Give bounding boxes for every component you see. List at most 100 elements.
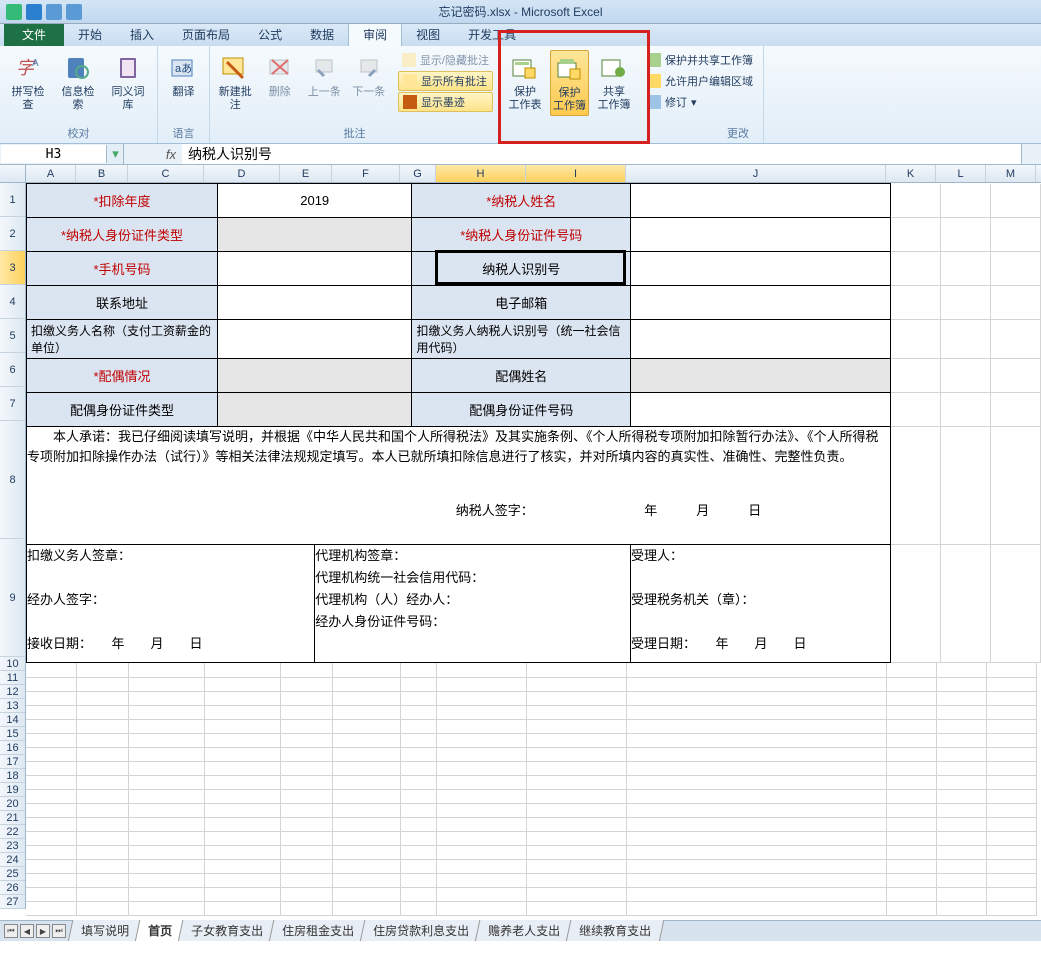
fx-icon[interactable]: fx	[166, 147, 176, 162]
col-F[interactable]: F	[332, 165, 400, 182]
cell-value[interactable]	[631, 393, 891, 427]
cell-value[interactable]	[631, 359, 891, 393]
cell-value[interactable]	[217, 218, 412, 252]
row-14[interactable]: 14	[0, 713, 25, 727]
col-J[interactable]: J	[626, 165, 886, 182]
spellcheck-button[interactable]: 字A 拼写检查	[6, 50, 50, 114]
sheet-first-button[interactable]: ⏮	[4, 924, 18, 938]
research-button[interactable]: 信息检索	[56, 50, 100, 114]
cell-label[interactable]: 配偶身份证件号码	[412, 393, 631, 427]
col-A[interactable]: A	[26, 165, 76, 182]
show-hide-comment-button[interactable]: 显示/隐藏批注	[398, 50, 493, 70]
row-19[interactable]: 19	[0, 783, 25, 797]
cell-value[interactable]	[631, 184, 891, 218]
cell-value[interactable]	[217, 252, 412, 286]
col-D[interactable]: D	[204, 165, 280, 182]
declaration-cell[interactable]: 本人承诺：我已仔细阅读填写说明，并根据《中华人民共和国个人所得税法》及其实施条例…	[27, 427, 891, 545]
redo-icon[interactable]	[66, 4, 82, 20]
row-13[interactable]: 13	[0, 699, 25, 713]
row-22[interactable]: 22	[0, 825, 25, 839]
share-workbook-button[interactable]: 共享 工作簿	[595, 50, 633, 114]
col-H[interactable]: H	[436, 165, 526, 182]
cell-label[interactable]: 扣缴义务人名称（支付工资薪金的单位）	[27, 320, 218, 359]
col-I[interactable]: I	[526, 165, 626, 182]
tab-formulas[interactable]: 公式	[244, 23, 296, 46]
cell-value[interactable]	[217, 320, 412, 359]
sheet-prev-button[interactable]: ◀	[20, 924, 34, 938]
next-comment-button[interactable]: 下一条	[349, 50, 387, 101]
row-23[interactable]: 23	[0, 839, 25, 853]
formula-bar[interactable]: 纳税人识别号	[182, 144, 1021, 164]
translate-button[interactable]: aあ 翻译	[164, 50, 203, 101]
cell-label[interactable]: 电子邮箱	[412, 286, 631, 320]
row-1[interactable]: 1	[0, 183, 25, 217]
cell-label[interactable]: 联系地址	[27, 286, 218, 320]
thesaurus-button[interactable]: 同义词库	[106, 50, 150, 114]
row-18[interactable]: 18	[0, 769, 25, 783]
cell-label[interactable]: *手机号码	[27, 252, 218, 286]
cell-label[interactable]: *配偶情况	[27, 359, 218, 393]
row-25[interactable]: 25	[0, 867, 25, 881]
signature-cell-2[interactable]: 代理机构签章： 代理机构统一社会信用代码： 代理机构（人）经办人： 经办人身份证…	[315, 545, 631, 663]
namebox-dropdown[interactable]: ▾	[108, 144, 124, 164]
row-20[interactable]: 20	[0, 797, 25, 811]
sheet-tab[interactable]: 子女教育支出	[178, 920, 277, 941]
cell-value[interactable]	[217, 286, 412, 320]
row-21[interactable]: 21	[0, 811, 25, 825]
formula-expand-button[interactable]	[1021, 144, 1041, 164]
cell-value[interactable]	[217, 393, 412, 427]
row-3[interactable]: 3	[0, 251, 25, 285]
signature-cell-3[interactable]: 受理人： 受理税务机关（章）： 受理日期： 年 月 日	[631, 545, 891, 663]
cell-label[interactable]: *扣除年度	[27, 184, 218, 218]
row-27[interactable]: 27	[0, 895, 25, 909]
tab-file[interactable]: 文件	[4, 23, 64, 46]
spreadsheet-grid[interactable]: A B C D E F G H I J K L M 12345678910111…	[0, 165, 1041, 941]
cells-area[interactable]: *扣除年度 2019 *纳税人姓名 *纳税人身份证件类型 *纳税人身份证件号码 …	[26, 183, 1041, 916]
col-K[interactable]: K	[886, 165, 936, 182]
row-7[interactable]: 7	[0, 387, 25, 421]
tab-data[interactable]: 数据	[296, 23, 348, 46]
tab-pagelayout[interactable]: 页面布局	[168, 23, 244, 46]
sheet-tab[interactable]: 赡养老人支出	[475, 920, 574, 941]
cell-value[interactable]	[631, 252, 891, 286]
cell-value[interactable]	[217, 359, 412, 393]
row-6[interactable]: 6	[0, 353, 25, 387]
sheet-tab[interactable]: 住房贷款利息支出	[360, 920, 483, 941]
select-all-corner[interactable]	[0, 165, 26, 182]
cell-value[interactable]: 2019	[217, 184, 412, 218]
col-E[interactable]: E	[280, 165, 332, 182]
new-comment-button[interactable]: 新建批注	[216, 50, 254, 114]
row-2[interactable]: 2	[0, 217, 25, 251]
row-9[interactable]: 9	[0, 539, 25, 657]
row-5[interactable]: 5	[0, 319, 25, 353]
sheet-tab[interactable]: 住房租金支出	[269, 920, 368, 941]
protect-share-button[interactable]: 保护并共享工作簿	[643, 50, 757, 70]
cell-label[interactable]: *纳税人身份证件类型	[27, 218, 218, 252]
show-all-comments-button[interactable]: 显示所有批注	[398, 71, 493, 91]
tab-developer[interactable]: 开发工具	[454, 23, 530, 46]
name-box[interactable]: H3	[1, 145, 107, 163]
tab-review[interactable]: 审阅	[348, 22, 402, 46]
cell-value[interactable]	[631, 320, 891, 359]
col-L[interactable]: L	[936, 165, 986, 182]
sheet-tab[interactable]: 继续教育支出	[566, 920, 665, 941]
row-12[interactable]: 12	[0, 685, 25, 699]
cell-label[interactable]: *纳税人身份证件号码	[412, 218, 631, 252]
sheet-tab[interactable]: 填写说明	[68, 920, 143, 941]
cell-label[interactable]: *纳税人姓名	[412, 184, 631, 218]
cell-value[interactable]	[631, 286, 891, 320]
cell-label[interactable]: 配偶身份证件类型	[27, 393, 218, 427]
prev-comment-button[interactable]: 上一条	[305, 50, 343, 101]
protect-sheet-button[interactable]: 保护 工作表	[506, 50, 544, 114]
row-16[interactable]: 16	[0, 741, 25, 755]
delete-comment-button[interactable]: 删除	[260, 50, 298, 101]
row-17[interactable]: 17	[0, 755, 25, 769]
col-C[interactable]: C	[128, 165, 204, 182]
tab-home[interactable]: 开始	[64, 23, 116, 46]
signature-cell-1[interactable]: 扣缴义务人签章： 经办人签字： 接收日期： 年 月 日	[27, 545, 315, 663]
row-15[interactable]: 15	[0, 727, 25, 741]
cell-value[interactable]	[631, 218, 891, 252]
row-8[interactable]: 8	[0, 421, 25, 539]
row-11[interactable]: 11	[0, 671, 25, 685]
row-10[interactable]: 10	[0, 657, 25, 671]
